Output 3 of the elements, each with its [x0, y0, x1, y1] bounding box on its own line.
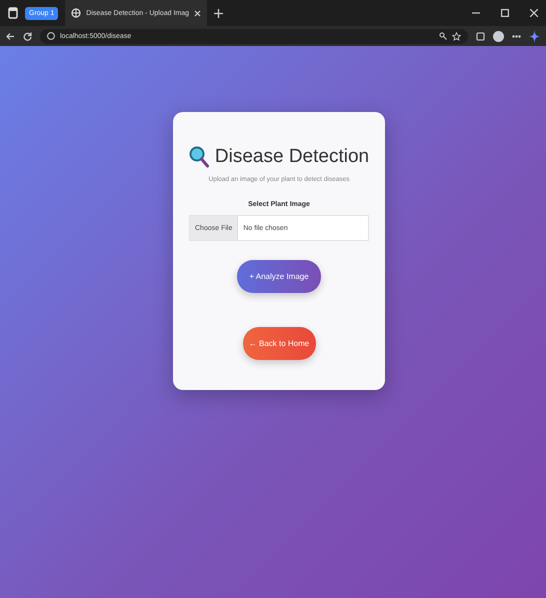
page-title: Disease Detection	[214, 146, 370, 168]
analyze-button[interactable]: + Analyze Image	[237, 260, 321, 293]
back-button[interactable]: ← Back to Home	[242, 327, 316, 360]
